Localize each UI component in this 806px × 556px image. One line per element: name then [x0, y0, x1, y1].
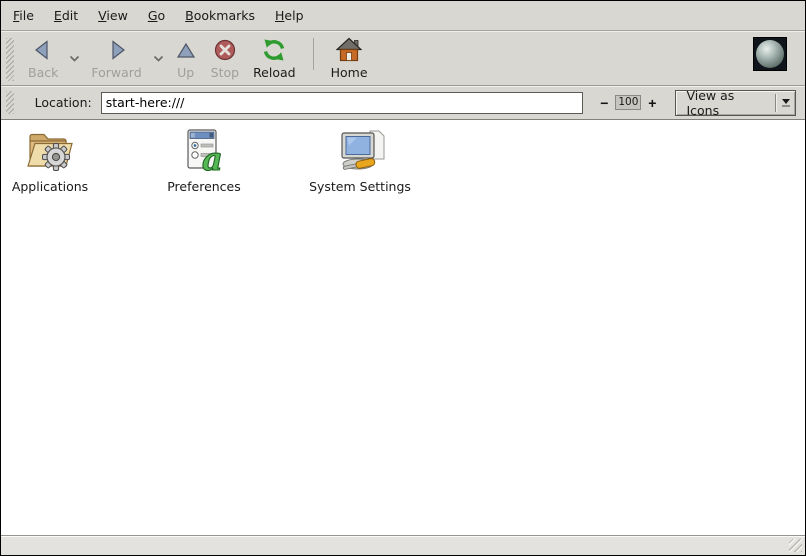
chevron-down-icon [153, 51, 164, 66]
menu-bookmarks[interactable]: Bookmarks [175, 2, 265, 29]
system-settings-icon [333, 128, 387, 177]
throbber-sphere [756, 40, 784, 68]
up-button[interactable]: Up [168, 34, 204, 82]
menu-file[interactable]: File [3, 2, 44, 29]
back-label: Back [28, 65, 58, 80]
throbber-icon [753, 37, 787, 71]
stop-button[interactable]: Stop [204, 34, 246, 82]
menu-view[interactable]: View [88, 2, 138, 29]
file-icon-system-settings[interactable]: System Settings [304, 128, 416, 194]
reload-button[interactable]: Reload [246, 34, 303, 82]
file-icon-applications[interactable]: Applications [7, 128, 93, 194]
zoom-out-button[interactable]: − [596, 93, 612, 113]
location-input[interactable] [101, 92, 584, 114]
home-icon [336, 37, 362, 62]
file-manager-window: File Edit View Go Bookmarks Help Back Fo… [0, 0, 806, 556]
up-label: Up [177, 65, 194, 80]
file-icon-preferences[interactable]: a Preferences [161, 128, 247, 194]
menu-go[interactable]: Go [138, 2, 175, 29]
menu-edit[interactable]: Edit [44, 2, 88, 29]
home-label: Home [331, 65, 368, 80]
reload-icon [261, 37, 287, 62]
stop-icon [213, 37, 237, 62]
icon-label: Preferences [167, 179, 241, 194]
zoom-in-button[interactable]: + [644, 93, 660, 113]
svg-text:a: a [202, 140, 223, 174]
icon-label: Applications [12, 179, 88, 194]
menubar: File Edit View Go Bookmarks Help [1, 1, 805, 31]
location-label: Location: [35, 95, 92, 110]
resize-grip[interactable] [789, 539, 802, 552]
folder-view[interactable]: Applications a Preferences [1, 120, 805, 535]
preferences-capplet-icon: a [181, 128, 227, 177]
back-history-dropdown[interactable] [65, 47, 84, 70]
home-button[interactable]: Home [324, 34, 375, 82]
zoom-level-indicator: 100 [615, 95, 641, 110]
toolbar-drag-handle[interactable] [6, 38, 14, 81]
forward-history-dropdown[interactable] [149, 47, 168, 70]
toolbar-separator [313, 38, 314, 70]
forward-label: Forward [91, 65, 141, 80]
icon-label: System Settings [309, 179, 411, 194]
stop-label: Stop [211, 65, 239, 80]
forward-button[interactable]: Forward [84, 34, 148, 82]
toolbar: Back Forward Up [1, 31, 805, 86]
locationbar-drag-handle[interactable] [6, 91, 14, 114]
back-icon [31, 37, 55, 62]
chevron-down-icon [69, 51, 80, 66]
applications-folder-icon [25, 128, 75, 177]
view-mode-dropdown[interactable]: View as Icons [675, 90, 796, 116]
menu-help[interactable]: Help [265, 2, 314, 29]
up-icon [175, 37, 197, 62]
back-button[interactable]: Back [21, 34, 65, 82]
view-mode-label: View as Icons [676, 88, 775, 118]
forward-icon [105, 37, 129, 62]
reload-label: Reload [253, 65, 296, 80]
location-bar: Location: − 100 + View as Icons [1, 86, 805, 120]
status-bar [1, 535, 805, 555]
dropdown-arrow-icon [776, 99, 795, 107]
